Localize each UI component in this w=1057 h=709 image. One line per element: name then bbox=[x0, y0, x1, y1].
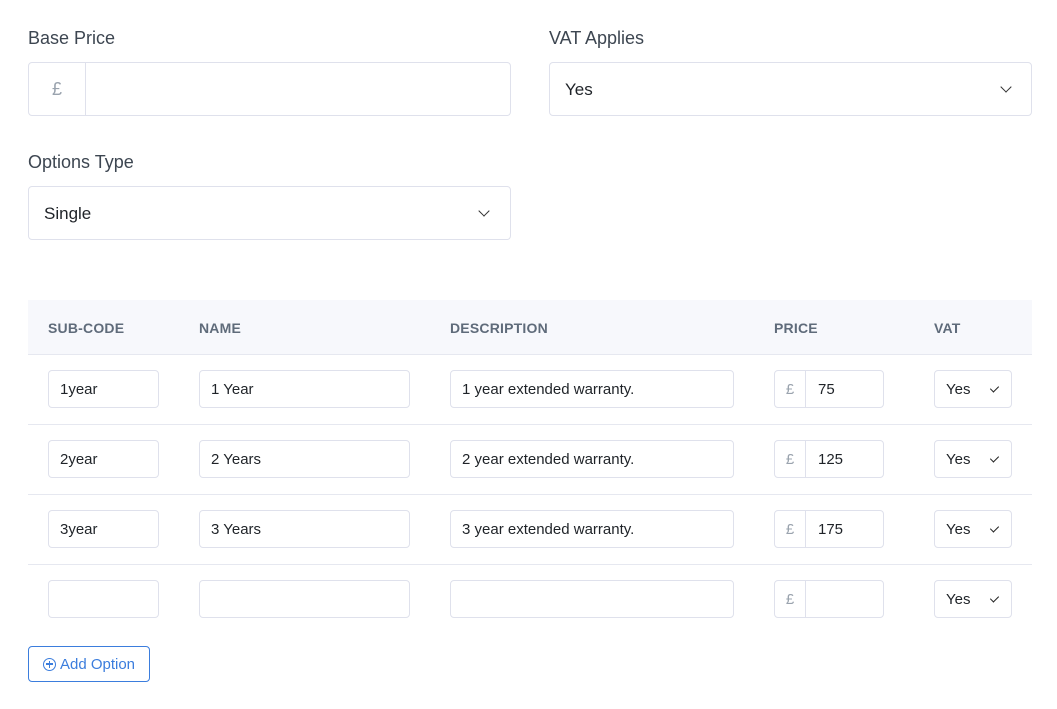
column-header-sub-code: SUB-CODE bbox=[48, 320, 125, 336]
vat-select-value: Yes bbox=[946, 380, 971, 398]
options-type-value: Single bbox=[44, 204, 92, 223]
price-input[interactable]: 75 bbox=[805, 370, 884, 408]
column-header-description: DESCRIPTION bbox=[450, 320, 548, 336]
vat-select[interactable]: Yes bbox=[934, 580, 1012, 618]
vat-select-value: Yes bbox=[946, 590, 971, 608]
column-header-name: NAME bbox=[199, 320, 242, 336]
vat-select[interactable]: Yes bbox=[934, 510, 1012, 548]
plus-circle-icon bbox=[42, 657, 56, 671]
name-input[interactable]: 2 Years bbox=[199, 440, 410, 478]
price-currency-addon: £ bbox=[774, 580, 806, 618]
price-currency-addon: £ bbox=[774, 440, 806, 478]
row-divider bbox=[28, 424, 1032, 425]
row-divider bbox=[28, 564, 1032, 565]
price-input[interactable] bbox=[805, 580, 884, 618]
options-type-label: Options Type bbox=[28, 152, 134, 172]
row-divider bbox=[28, 494, 1032, 495]
vat-applies-select[interactable]: Yes bbox=[549, 62, 1032, 116]
name-input[interactable]: 3 Years bbox=[199, 510, 410, 548]
sub-code-input[interactable]: 1year bbox=[48, 370, 159, 408]
checkmark-icon bbox=[989, 523, 1000, 533]
checkmark-icon bbox=[989, 383, 1000, 393]
name-input[interactable]: 1 Year bbox=[199, 370, 410, 408]
checkmark-icon bbox=[989, 593, 1000, 603]
price-currency-addon: £ bbox=[774, 510, 806, 548]
sub-code-input[interactable]: 2year bbox=[48, 440, 159, 478]
base-price-input[interactable] bbox=[85, 62, 511, 116]
price-input[interactable]: 175 bbox=[805, 510, 884, 548]
column-header-price: PRICE bbox=[774, 320, 818, 336]
vat-applies-value: Yes bbox=[565, 80, 593, 99]
chevron-down-icon bbox=[1000, 81, 1012, 93]
description-input[interactable]: 1 year extended warranty. bbox=[450, 370, 734, 408]
vat-select-value: Yes bbox=[946, 520, 971, 538]
sub-code-input[interactable]: 3year bbox=[48, 510, 159, 548]
name-input[interactable] bbox=[199, 580, 410, 618]
vat-select-value: Yes bbox=[946, 450, 971, 468]
sub-code-input[interactable] bbox=[48, 580, 159, 618]
add-option-button[interactable]: Add Option bbox=[28, 646, 150, 682]
vat-select[interactable]: Yes bbox=[934, 370, 1012, 408]
vat-applies-label: VAT Applies bbox=[549, 28, 645, 48]
column-header-vat: VAT bbox=[934, 320, 961, 336]
chevron-down-icon bbox=[478, 205, 490, 217]
base-price-label: Base Price bbox=[28, 28, 116, 48]
checkmark-icon bbox=[989, 453, 1000, 463]
price-input[interactable]: 125 bbox=[805, 440, 884, 478]
options-type-select[interactable]: Single bbox=[28, 186, 511, 240]
vat-select[interactable]: Yes bbox=[934, 440, 1012, 478]
description-input[interactable]: 3 year extended warranty. bbox=[450, 510, 734, 548]
description-input[interactable]: 2 year extended warranty. bbox=[450, 440, 734, 478]
add-option-label: Add Option bbox=[59, 655, 136, 673]
price-currency-addon: £ bbox=[774, 370, 806, 408]
currency-addon: £ bbox=[28, 62, 86, 116]
description-input[interactable] bbox=[450, 580, 734, 618]
